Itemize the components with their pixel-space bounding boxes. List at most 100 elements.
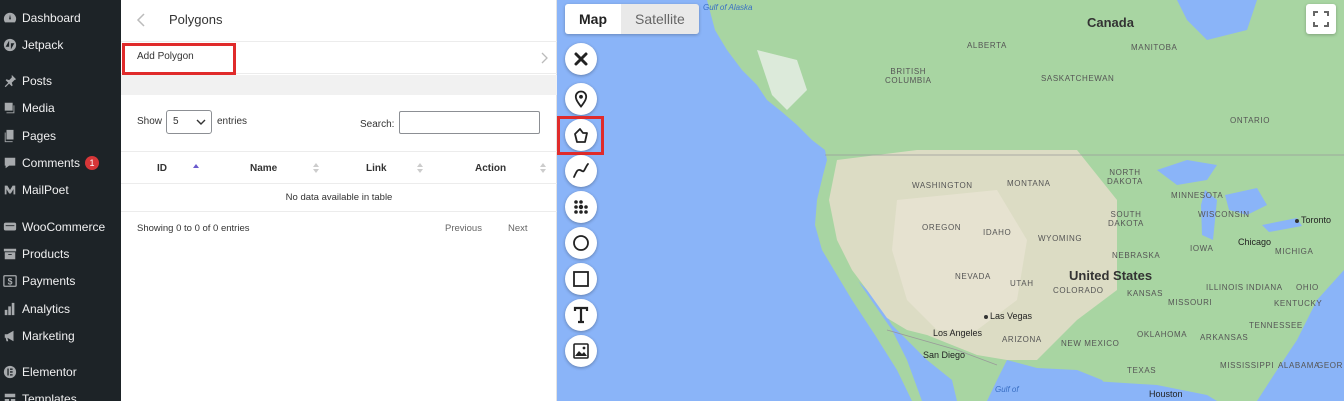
- polyline-icon: [573, 163, 589, 178]
- map-label-arizona: ARIZONA: [1002, 335, 1042, 344]
- add-polygon-row[interactable]: Add Polygon: [121, 42, 557, 75]
- map-type-satellite-button[interactable]: Satellite: [621, 4, 699, 34]
- map-label-mississippi: MISSISSIPPI: [1220, 361, 1275, 370]
- sort-icon[interactable]: [416, 162, 424, 174]
- map-label-ohio: OHIO: [1296, 283, 1319, 292]
- map-label-gulf-of-california: Gulf of: [995, 385, 1019, 394]
- fullscreen-button[interactable]: [1306, 4, 1336, 34]
- sidebar-item-label: Posts: [22, 74, 53, 88]
- city-dot: [984, 314, 988, 319]
- sidebar-item-jetpack[interactable]: Jetpack: [0, 32, 121, 58]
- sidebar-item-comments[interactable]: Comments 1: [0, 150, 121, 176]
- map-label-los-angeles: Los Angeles: [933, 328, 983, 338]
- text-tool-button[interactable]: [565, 299, 597, 331]
- sidebar-item-analytics[interactable]: Analytics: [0, 296, 121, 322]
- chevron-right-icon: [541, 52, 548, 64]
- map-label-washington: WASHINGTON: [912, 181, 973, 190]
- sidebar-item-label: Jetpack: [22, 38, 64, 52]
- map-label-colorado: COLORADO: [1053, 286, 1104, 295]
- sidebar-item-elementor[interactable]: Elementor: [0, 359, 121, 385]
- city-dot: [1295, 218, 1299, 223]
- map-canvas[interactable]: Gulf of Alaska Canada ALBERTA MANITOBA B…: [557, 0, 1344, 401]
- map-label-minnesota: MINNESOTA: [1171, 191, 1224, 200]
- search-label: Search:: [360, 119, 395, 130]
- templates-icon: [3, 392, 17, 401]
- sidebar-item-label: Dashboard: [22, 11, 81, 25]
- sidebar-item-woocommerce[interactable]: WooCommerce: [0, 214, 121, 240]
- map-type-map-button[interactable]: Map: [565, 4, 621, 34]
- map-label-kansas: KANSAS: [1127, 289, 1164, 298]
- city-name: Toronto: [1301, 215, 1332, 225]
- add-polygon-link[interactable]: Add Polygon: [137, 51, 194, 62]
- map-label-san-diego: San Diego: [923, 350, 966, 360]
- map-label-tennessee: TENNESSEE: [1249, 321, 1303, 330]
- map-label-kentucky: KENTUCKY: [1274, 299, 1323, 308]
- map-label-utah: UTAH: [1010, 279, 1034, 288]
- rectangle-tool-button[interactable]: [565, 263, 597, 295]
- map-label-indiana: INDIANA: [1246, 283, 1283, 292]
- sidebar-item-label: WooCommerce: [22, 220, 106, 234]
- sidebar-item-pages[interactable]: Pages: [0, 123, 121, 149]
- circle-tool-button[interactable]: [565, 227, 597, 259]
- map-label-houston: Houston: [1149, 389, 1183, 399]
- map-label-canada: Canada: [1087, 15, 1134, 30]
- map-label-north-dakota: NORTH DAKOTA: [1107, 168, 1143, 186]
- map-label-idaho: IDAHO: [983, 228, 1012, 237]
- map-label-united-states: United States: [1069, 268, 1153, 283]
- sidebar-item-mailpoet[interactable]: MailPoet: [0, 177, 121, 203]
- media-icon: [3, 101, 17, 115]
- map-label-gulf-of-alaska: Gulf of Alaska: [703, 3, 753, 12]
- image-icon: [573, 343, 589, 359]
- sidebar-item-dashboard[interactable]: Dashboard: [0, 5, 121, 31]
- map-label-texas: TEXAS: [1127, 366, 1157, 375]
- pages-icon: [3, 129, 17, 143]
- polygon-tool-button[interactable]: [565, 119, 597, 151]
- map-type-toggle: Map Satellite: [565, 4, 699, 34]
- jetpack-icon: [3, 38, 17, 52]
- column-header-id[interactable]: ID: [157, 163, 167, 174]
- sidebar-item-products[interactable]: Products: [0, 241, 121, 267]
- sidebar-item-templates[interactable]: Templates: [0, 386, 121, 401]
- elementor-icon: [3, 365, 17, 379]
- comments-count-badge: 1: [85, 156, 100, 170]
- previous-page-button[interactable]: Previous: [445, 223, 482, 234]
- empty-table-message: No data available in table: [121, 184, 557, 212]
- map-label-las-vegas: Las Vegas: [984, 311, 1032, 321]
- map-label-nevada: NEVADA: [955, 272, 991, 281]
- dashboard-icon: [3, 11, 17, 25]
- map-label-montana: MONTANA: [1007, 179, 1051, 188]
- clear-tool-button[interactable]: [565, 43, 597, 75]
- map-label-missouri: MISSOURI: [1168, 298, 1213, 307]
- sort-asc-icon[interactable]: [192, 162, 200, 174]
- polyline-tool-button[interactable]: [565, 155, 597, 187]
- next-page-button[interactable]: Next: [508, 223, 528, 234]
- map-label-oregon: OREGON: [922, 223, 962, 232]
- fullscreen-icon: [1313, 11, 1329, 27]
- column-header-name[interactable]: Name: [250, 163, 277, 174]
- sidebar-item-payments[interactable]: $ Payments: [0, 268, 121, 294]
- map-label-alabama: ALABAMA: [1278, 361, 1320, 370]
- sidebar-item-posts[interactable]: Posts: [0, 68, 121, 94]
- sidebar-item-media[interactable]: Media: [0, 95, 121, 121]
- search-input[interactable]: [399, 111, 540, 134]
- dots-icon: [574, 200, 588, 214]
- map-label-michigan: MICHIGA: [1275, 247, 1314, 256]
- chevron-left-icon[interactable]: [135, 11, 147, 29]
- polygon-icon: [574, 128, 588, 143]
- sort-icon[interactable]: [539, 162, 547, 174]
- map-label-georgia: GEOR: [1317, 361, 1343, 370]
- bar-chart-icon: [3, 302, 17, 316]
- sidebar-item-label: Payments: [22, 274, 76, 288]
- column-header-action[interactable]: Action: [475, 163, 506, 174]
- image-tool-button[interactable]: [565, 335, 597, 367]
- sort-icon[interactable]: [312, 162, 320, 174]
- marker-tool-button[interactable]: [565, 83, 597, 115]
- dots-tool-button[interactable]: [565, 191, 597, 223]
- map-label-british-columbia: BRITISH COLUMBIA: [885, 67, 932, 85]
- entries-per-page-select[interactable]: 5: [166, 110, 212, 134]
- sidebar-item-marketing[interactable]: Marketing: [0, 323, 121, 349]
- svg-text:$: $: [8, 277, 13, 287]
- column-header-link[interactable]: Link: [366, 163, 387, 174]
- panel-header: Polygons: [121, 0, 557, 42]
- map-label-wisconsin: WISCONSIN: [1198, 210, 1250, 219]
